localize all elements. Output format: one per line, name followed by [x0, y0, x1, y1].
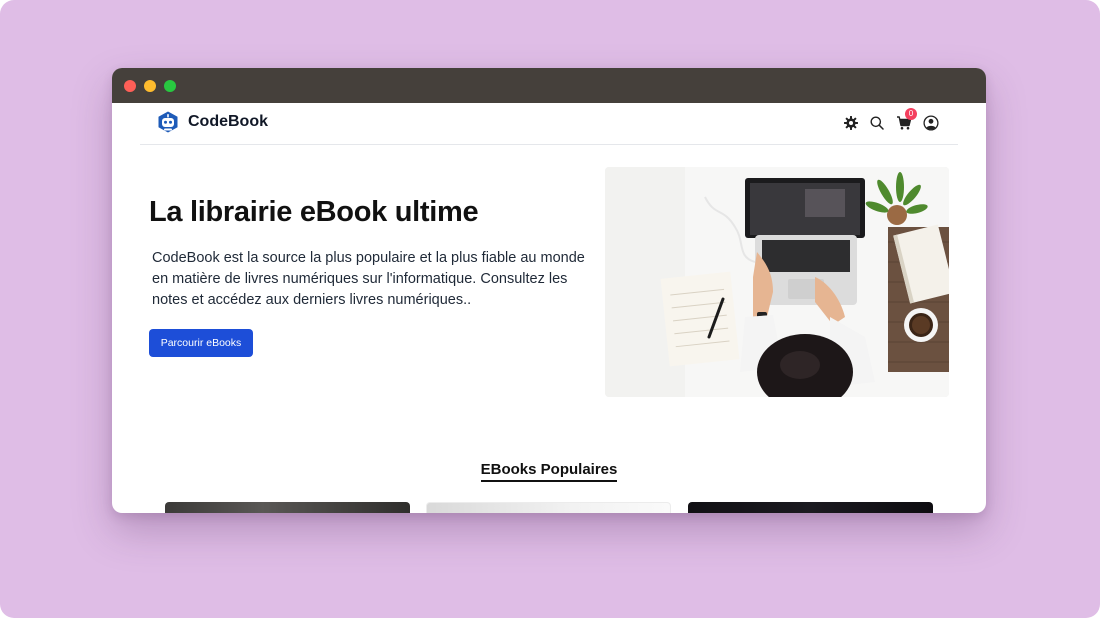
user-account-icon[interactable] — [920, 112, 942, 134]
codebook-logo-icon — [158, 111, 178, 133]
hero-image — [605, 167, 949, 397]
hero-description: CodeBook est la source la plus populaire… — [152, 250, 585, 308]
ebook-card[interactable] — [165, 502, 410, 513]
laptop-desk-photo-icon — [605, 167, 949, 397]
hero-title: La librairie eBook ultime — [149, 196, 479, 228]
cart-icon[interactable]: 0 — [893, 108, 917, 134]
browse-ebooks-button[interactable]: Parcourir eBooks — [149, 329, 253, 357]
window-titlebar — [112, 68, 986, 103]
brand-name: CodeBook — [188, 113, 268, 130]
settings-icon[interactable] — [840, 112, 862, 134]
presentation-background: CodeBook 0 La librairie eBook ultime Cod… — [0, 0, 1100, 618]
maximize-window-button[interactable] — [164, 80, 176, 92]
ebook-card[interactable] — [426, 502, 671, 513]
cart-count-badge: 0 — [905, 108, 917, 120]
minimize-window-button[interactable] — [144, 80, 156, 92]
navbar: CodeBook 0 — [140, 103, 958, 145]
close-window-button[interactable] — [124, 80, 136, 92]
popular-section-title: EBooks Populaires — [112, 461, 986, 482]
search-icon[interactable] — [866, 112, 888, 134]
popular-title-text: EBooks Populaires — [480, 461, 618, 482]
browser-window: CodeBook 0 La librairie eBook ultime Cod… — [112, 68, 986, 513]
ebook-card[interactable] — [688, 502, 933, 513]
brand-link[interactable]: CodeBook — [156, 110, 268, 134]
